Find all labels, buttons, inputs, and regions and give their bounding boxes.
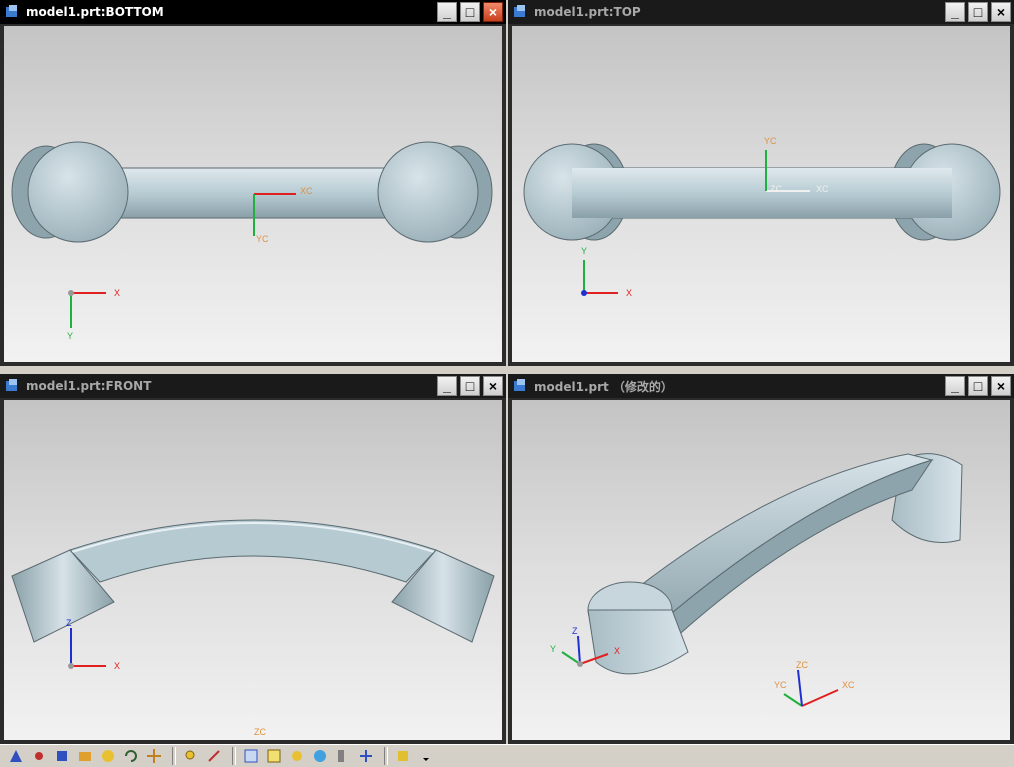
wcs-label-xc: XC [300, 186, 313, 196]
wcs-label-zc: ZC [254, 727, 266, 737]
wcs-label-yc: YC [764, 136, 777, 146]
viewport-top[interactable]: model1.prt:TOP _ □ × XC YC ZC X Y [508, 0, 1014, 366]
layer-icon[interactable] [204, 747, 224, 765]
point-icon[interactable] [29, 747, 49, 765]
close-button[interactable]: × [991, 2, 1011, 22]
app-icon [4, 4, 20, 20]
minimize-button[interactable]: _ [945, 2, 965, 22]
shade-icon[interactable] [264, 747, 284, 765]
wcs-label-xc: XC [842, 680, 855, 690]
triad-label-x: X [614, 646, 621, 656]
zoom-icon[interactable] [181, 747, 201, 765]
graphics-area[interactable]: XC YC ZC X Y [512, 26, 1010, 362]
viewport-iso[interactable]: model1.prt （修改的） _ □ × X Y Z XC YC ZC [508, 374, 1014, 744]
wcs-label-zc: ZC [796, 660, 808, 670]
model-render [11, 519, 495, 669]
viewport-front[interactable]: model1.prt:FRONT _ □ × X Z ZC [0, 374, 506, 744]
graphics-area[interactable]: X Z ZC [4, 400, 502, 740]
app-icon [4, 378, 20, 394]
triad-label-x: X [114, 288, 121, 298]
viewport-titlebar[interactable]: model1.prt （修改的） _ □ × [508, 374, 1014, 398]
viewport-titlebar[interactable]: model1.prt:FRONT _ □ × [0, 374, 506, 398]
maximize-button[interactable]: □ [968, 2, 988, 22]
filter-icon[interactable] [52, 747, 72, 765]
app-icon [512, 378, 528, 394]
graphics-area[interactable]: X Y Z XC YC ZC [512, 400, 1010, 740]
triad-label-y: Y [550, 644, 557, 654]
triad-label-x: X [626, 288, 633, 298]
wcs-label-zc: ZC [770, 184, 782, 194]
viewport-title: model1.prt:TOP [534, 5, 641, 19]
triad-label-y: Y [67, 331, 74, 341]
minimize-button[interactable]: _ [945, 376, 965, 396]
viewport-title: model1.prt:FRONT [26, 379, 152, 393]
triad-label-z: Z [572, 626, 578, 636]
face-icon[interactable] [287, 747, 307, 765]
snap-icon[interactable] [6, 747, 26, 765]
viewport-bottom[interactable]: model1.prt:BOTTOM _ □ × XC YC X Y [0, 0, 506, 366]
minimize-button[interactable]: _ [437, 376, 457, 396]
view-toolbar [0, 744, 1014, 767]
model-render [523, 143, 1001, 296]
maximize-button[interactable]: □ [968, 376, 988, 396]
pan-icon[interactable] [144, 747, 164, 765]
tree-icon[interactable] [393, 747, 413, 765]
close-button[interactable]: × [991, 376, 1011, 396]
wcs-label-xc: XC [816, 184, 829, 194]
model-render [561, 453, 963, 707]
viewport-title: model1.prt （修改的） [534, 379, 673, 394]
close-button[interactable]: × [483, 2, 503, 22]
edge-icon[interactable] [310, 747, 330, 765]
viewport-title: model1.prt:BOTTOM [26, 5, 164, 19]
rotate-icon[interactable] [121, 747, 141, 765]
triad-label-x: X [114, 661, 121, 671]
viewport-titlebar[interactable]: model1.prt:BOTTOM _ □ × [0, 0, 506, 24]
maximize-button[interactable]: □ [460, 2, 480, 22]
wcs-label-yc: YC [774, 680, 787, 690]
graphics-area[interactable]: XC YC X Y [4, 26, 502, 362]
render-icon[interactable] [98, 747, 118, 765]
measure-icon[interactable] [333, 747, 353, 765]
wcs-icon[interactable] [241, 747, 261, 765]
analysis-icon[interactable] [356, 747, 376, 765]
minimize-button[interactable]: _ [437, 2, 457, 22]
triad-label-z: Z [66, 618, 72, 628]
viewport-titlebar[interactable]: model1.prt:TOP _ □ × [508, 0, 1014, 24]
view-orient-icon[interactable] [75, 747, 95, 765]
app-icon [512, 4, 528, 20]
triad-label-y: Y [581, 246, 588, 256]
model-render [11, 141, 493, 328]
wcs-label-yc: YC [256, 234, 269, 244]
maximize-button[interactable]: □ [460, 376, 480, 396]
close-button[interactable]: × [483, 376, 503, 396]
more-icon[interactable] [416, 747, 436, 765]
